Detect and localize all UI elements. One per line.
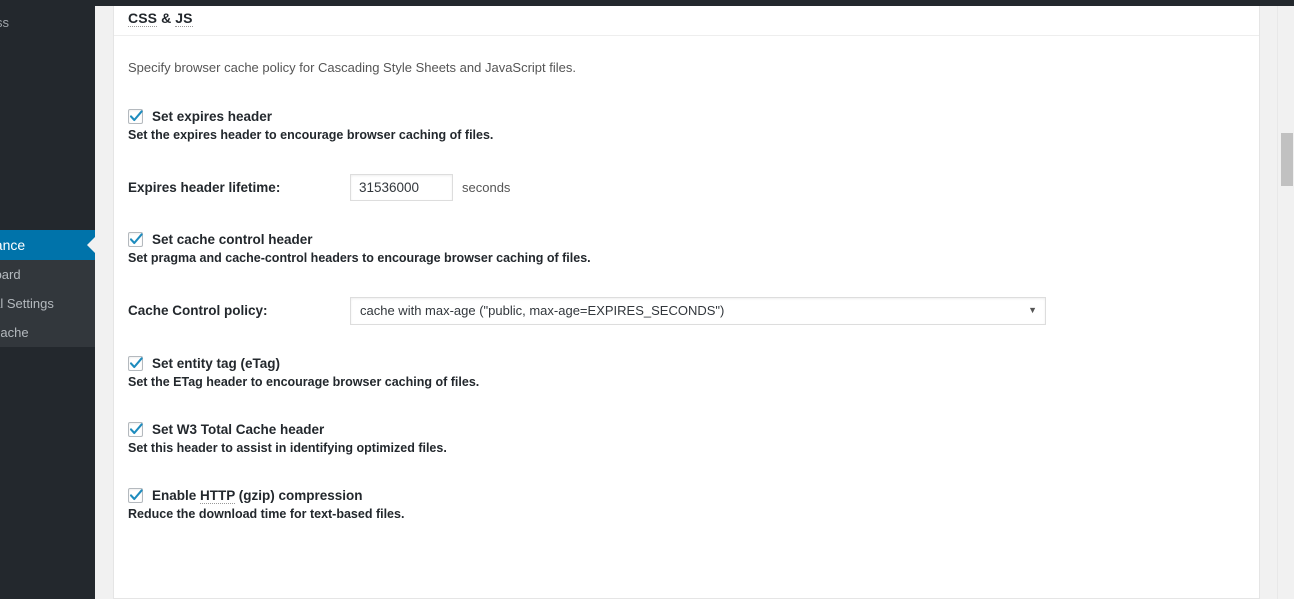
expires-header-lifetime-label: Expires header lifetime:: [128, 179, 281, 195]
page-scrollbar[interactable]: [1277, 6, 1294, 599]
panel-intro-text: Specify browser cache policy for Cascadi…: [128, 60, 576, 75]
section-set-w3tc-header: Set W3 Total Cache header Set this heade…: [128, 421, 1245, 457]
cache-control-policy-label: Cache Control policy:: [128, 303, 268, 318]
enable-gzip-compression-checkbox[interactable]: [128, 487, 143, 503]
page-title-js: JS: [175, 9, 193, 27]
set-entity-tag-label-suffix: ): [275, 355, 281, 371]
enable-gzip-label-prefix: Enable: [152, 487, 201, 503]
set-expires-header-description: Set the expires header to encourage brow…: [128, 127, 494, 142]
row-expires-header-lifetime: Expires header lifetime: seconds: [128, 173, 1245, 201]
checkbox-row-set-cache-control-header[interactable]: Set cache control header: [128, 231, 1245, 248]
set-entity-tag-label: Set entity tag (eTag): [152, 355, 280, 372]
page-scrollbar-thumb[interactable]: [1281, 133, 1293, 186]
page-title-amp: &: [157, 9, 176, 26]
sidebar-current-arrow-icon: [87, 237, 95, 253]
enable-gzip-label-abbr: HTTP: [200, 487, 236, 504]
set-entity-tag-description: Set the ETag header to encourage browser…: [128, 374, 480, 389]
section-set-entity-tag: Set entity tag (eTag) Set the ETag heade…: [128, 355, 1245, 391]
cache-control-policy-selected-value: cache with max-age ("public, max-age=EXP…: [360, 303, 725, 318]
panel-body: Specify browser cache policy for Cascadi…: [114, 36, 1259, 543]
sidebar-item-performance[interactable]: Performance: [0, 230, 95, 260]
sidebar-item-dashboard-label: Dashboard: [0, 267, 21, 282]
checkbox-row-set-expires-header[interactable]: Set expires header: [128, 108, 1245, 125]
checkbox-row-enable-gzip-compression[interactable]: Enable HTTP (gzip) compression: [128, 487, 1245, 504]
sidebar-brand: WordPress: [0, 15, 10, 30]
checkbox-row-set-w3tc-header[interactable]: Set W3 Total Cache header: [128, 421, 1245, 438]
sidebar-item-general-settings-label: General Settings: [0, 296, 54, 311]
set-expires-header-label: Set expires header: [152, 108, 273, 124]
cache-control-policy-select[interactable]: cache with max-age ("public, max-age=EXP…: [350, 296, 1046, 325]
sidebar-menu-spacer: [0, 40, 95, 230]
set-cache-control-header-checkbox[interactable]: [128, 231, 143, 247]
expires-header-lifetime-units: seconds: [462, 179, 511, 195]
set-cache-control-header-description: Set pragma and cache-control headers to …: [128, 250, 591, 265]
expires-header-lifetime-input[interactable]: [350, 173, 453, 201]
admin-sidebar: WordPress Performance Dashboard General …: [0, 6, 95, 599]
page-title: CSS & JS: [128, 9, 193, 27]
page-title-css: CSS: [128, 9, 158, 27]
sidebar-item-performance-label: Performance: [0, 237, 26, 253]
admin-bar: [0, 0, 1294, 6]
set-w3tc-header-checkbox[interactable]: [128, 421, 143, 437]
enable-gzip-compression-label: Enable HTTP (gzip) compression: [152, 487, 363, 504]
set-expires-header-checkbox[interactable]: [128, 108, 143, 124]
section-set-cache-control-header: Set cache control header Set pragma and …: [128, 231, 1245, 267]
sidebar-item-page-cache[interactable]: Page Cache: [0, 318, 95, 347]
sidebar-item-dashboard[interactable]: Dashboard: [0, 260, 95, 289]
set-entity-tag-checkbox[interactable]: [128, 355, 143, 371]
set-w3tc-header-description: Set this header to assist in identifying…: [128, 440, 447, 455]
section-enable-gzip-compression: Enable HTTP (gzip) compression Reduce th…: [128, 487, 1245, 523]
section-set-expires-header: Set expires header Set the expires heade…: [128, 108, 1245, 144]
sidebar-item-page-cache-label: Page Cache: [0, 325, 29, 340]
enable-gzip-label-suffix: (gzip) compression: [235, 487, 363, 503]
settings-panel: CSS & JS Specify browser cache policy fo…: [113, 0, 1260, 599]
row-cache-control-policy: Cache Control policy: cache with max-age…: [128, 296, 1245, 325]
enable-gzip-compression-description: Reduce the download time for text-based …: [128, 506, 405, 521]
checkbox-row-set-entity-tag[interactable]: Set entity tag (eTag): [128, 355, 1245, 372]
set-entity-tag-label-prefix: Set entity tag (: [152, 355, 246, 371]
chevron-down-icon: ▼: [1028, 305, 1037, 315]
set-cache-control-header-label: Set cache control header: [152, 231, 313, 247]
set-w3tc-header-label: Set W3 Total Cache header: [152, 421, 325, 437]
set-entity-tag-label-abbr: eTag: [245, 355, 276, 371]
sidebar-item-general-settings[interactable]: General Settings: [0, 289, 95, 318]
